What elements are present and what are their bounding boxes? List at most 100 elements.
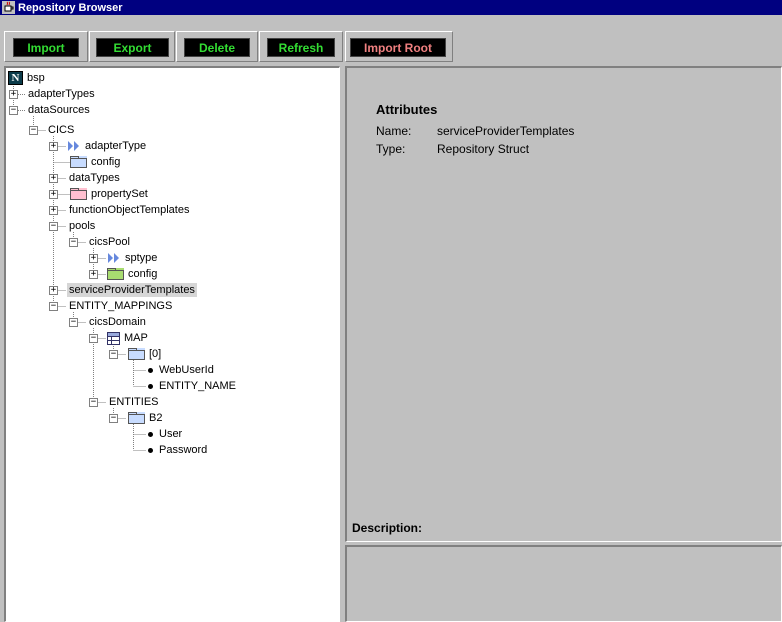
title-bar: Repository Browser [0, 0, 782, 15]
tree-node-adapterType[interactable]: adapterType [67, 138, 148, 154]
tree-node-label: cicsPool [89, 236, 130, 248]
tree-node-label: adapterTypes [28, 88, 95, 100]
bullet-icon [148, 383, 153, 389]
collapse-map-toggle[interactable]: − [89, 334, 98, 343]
attributes-heading: Attributes [376, 102, 438, 117]
tree-node-label: ENTITIES [109, 396, 159, 408]
collapse-pools-toggle[interactable]: − [49, 222, 58, 231]
collapse-cicsPool-toggle[interactable]: − [69, 238, 78, 247]
folder-icon [70, 188, 87, 200]
window-title: Repository Browser [18, 1, 123, 14]
tree-node-entities[interactable]: ENTITIES [107, 394, 161, 410]
name-label: Name: [376, 124, 412, 138]
import-button[interactable]: Import [13, 38, 79, 57]
export-button[interactable]: Export [96, 38, 169, 57]
repository-tree[interactable]: + − − + + + + − − + + + − − − − − − N bs… [4, 66, 340, 622]
tree-node-label: Password [159, 444, 208, 456]
tree-node-serviceProviderTemplates[interactable]: serviceProviderTemplates [67, 282, 197, 298]
coffee-cup-icon [2, 1, 15, 14]
tree-node-adapterTypes[interactable]: adapterTypes [26, 86, 97, 102]
tree-node-label: bsp [27, 72, 45, 84]
bullet-icon [148, 431, 153, 437]
grid-icon [107, 331, 120, 345]
tree-node-cicsDomain[interactable]: cicsDomain [87, 314, 148, 330]
n-logo-icon: N [8, 71, 23, 85]
expand-sptype-toggle[interactable]: + [89, 254, 98, 263]
tree-connector-lines [13, 84, 146, 451]
tree-node-webUserId[interactable]: WebUserId [147, 362, 216, 378]
collapse-index0-toggle[interactable]: − [109, 350, 118, 359]
tree-node-map[interactable]: MAP [107, 330, 150, 346]
folder-icon [70, 156, 87, 168]
tree-node-label: [0] [149, 348, 162, 360]
import-root-button[interactable]: Import Root [350, 38, 446, 57]
folder-icon [128, 348, 145, 360]
tree-node-label: sptype [125, 252, 158, 264]
expand-functionObjectTemplates-toggle[interactable]: + [49, 206, 58, 215]
collapse-entityMappings-toggle[interactable]: − [49, 302, 58, 311]
tree-node-index0[interactable]: [0] [128, 346, 163, 362]
folder-icon [128, 412, 145, 424]
type-label: Type: [376, 142, 406, 156]
tree-node-label: ENTITY_MAPPINGS [69, 300, 173, 312]
tree-node-label: dataSources [28, 104, 90, 116]
tree-node-label: adapterType [85, 140, 147, 152]
tree-node-label: WebUserId [159, 364, 214, 376]
tree-node-cicsPool[interactable]: cicsPool [87, 234, 132, 250]
delete-group: Delete [176, 31, 258, 62]
expand-propertySet-toggle[interactable]: + [49, 190, 58, 199]
tree-node-dataSources[interactable]: dataSources [26, 102, 92, 118]
tree-node-label: pools [69, 220, 96, 232]
tree-node-label: CICS [48, 124, 75, 136]
attribute-type-row: Type: Repository Struct [376, 142, 529, 156]
collapse-cics-toggle[interactable]: − [29, 126, 38, 135]
bullet-icon [148, 447, 153, 453]
delete-button[interactable]: Delete [184, 38, 250, 57]
tree-node-entityMappings[interactable]: ENTITY_MAPPINGS [67, 298, 174, 314]
toolbar: Import Export Delete Refresh Import Root [0, 28, 782, 66]
tree-node-functionObjectTemplates[interactable]: functionObjectTemplates [67, 202, 191, 218]
tree-node-label: config [128, 268, 158, 280]
tree-node-entityName[interactable]: ENTITY_NAME [147, 378, 238, 394]
description-label: Description: [352, 521, 423, 535]
collapse-entities-toggle[interactable]: − [89, 398, 98, 407]
collapse-b2-toggle[interactable]: − [109, 414, 118, 423]
tree-node-label: MAP [124, 332, 148, 344]
refresh-button[interactable]: Refresh [267, 38, 335, 57]
tree-node-password[interactable]: Password [147, 442, 209, 458]
folder-icon [107, 268, 124, 280]
tree-node-label: B2 [149, 412, 163, 424]
collapse-dataSources-toggle[interactable]: − [9, 106, 18, 115]
bullet-icon [148, 367, 153, 373]
import-root-group: Import Root [345, 31, 453, 62]
tree-node-label: cicsDomain [89, 316, 146, 328]
tree-node-label: config [91, 156, 121, 168]
expand-adapterType-toggle[interactable]: + [49, 142, 58, 151]
tree-node-b2[interactable]: B2 [128, 410, 164, 426]
import-group: Import [4, 31, 88, 62]
expand-adapterTypes-toggle[interactable]: + [9, 90, 18, 99]
attributes-panel: Attributes Name: serviceProviderTemplates… [345, 66, 782, 542]
tree-node-pools[interactable]: pools [67, 218, 97, 234]
expand-pool-config-toggle[interactable]: + [89, 270, 98, 279]
double-arrow-icon [68, 141, 79, 151]
attribute-name-row: Name: serviceProviderTemplates [376, 124, 574, 138]
refresh-group: Refresh [259, 31, 343, 62]
tree-node-label: serviceProviderTemplates [67, 283, 197, 297]
description-area[interactable] [345, 545, 782, 622]
collapse-cicsDomain-toggle[interactable]: − [69, 318, 78, 327]
tree-node-propertySet[interactable]: propertySet [70, 186, 150, 202]
double-arrow-icon [108, 253, 119, 263]
tree-node-cics[interactable]: CICS [46, 122, 76, 138]
tree-node-config[interactable]: config [70, 154, 122, 170]
expand-dataTypes-toggle[interactable]: + [49, 174, 58, 183]
tree-node-sptype[interactable]: sptype [107, 250, 159, 266]
tree-node-bsp[interactable]: N bsp [8, 70, 47, 86]
type-value: Repository Struct [437, 142, 530, 156]
tree-node-dataTypes[interactable]: dataTypes [67, 170, 122, 186]
export-group: Export [89, 31, 175, 62]
tree-node-label: dataTypes [69, 172, 120, 184]
tree-node-pool-config[interactable]: config [107, 266, 159, 282]
expand-serviceProviderTemplates-toggle[interactable]: + [49, 286, 58, 295]
tree-node-user[interactable]: User [147, 426, 184, 442]
